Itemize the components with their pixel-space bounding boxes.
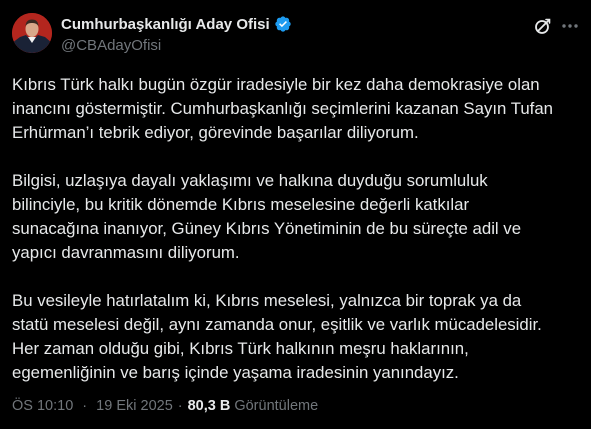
tweet-line: statü meselesi değil, aynı zamanda onur,… [12, 315, 542, 334]
tweet-line: Her zaman olduğu gibi, Kıbrıs Türk halkı… [12, 339, 469, 358]
views-count[interactable]: 80,3 B [188, 398, 231, 414]
tweet-line: Bu vesileyle hatırlatalım ki, Kıbrıs mes… [12, 291, 522, 310]
tweet-line: sunacağına inanıyor, Güney Kıbrıs Yöneti… [12, 219, 522, 238]
tweet-timestamp-link[interactable]: ÖS 10:10 · 19 Eki 2025 [12, 398, 173, 414]
tweet-paragraph: Kıbrıs Türk halkı bugün özgür iradesiyle… [12, 73, 579, 145]
tweet-paragraph: Bilgisi, uzlaşıya dayalı yaklaşımı ve ha… [12, 169, 579, 265]
tweet-line: Bilgisi, uzlaşıya dayalı yaklaşımı ve ha… [12, 171, 488, 190]
tweet-time: ÖS 10:10 [12, 398, 74, 414]
author-block: Cumhurbaşkanlığı Aday Ofisi @CBAdayOfisi [61, 14, 292, 54]
avatar-portrait-icon [12, 13, 52, 53]
meta-separator: · [177, 398, 183, 414]
tweet-line: bilinciyle, bu kritik dönemde Kıbrıs mes… [12, 195, 470, 214]
author-handle[interactable]: @CBAdayOfisi [61, 37, 292, 54]
tweet-meta: ÖS 10:10 · 19 Eki 2025 · 80,3 B Görüntül… [12, 398, 318, 414]
meta-separator: · [82, 398, 88, 414]
views-label: Görüntüleme [234, 398, 319, 414]
author-display-name[interactable]: Cumhurbaşkanlığı Aday Ofisi [61, 16, 270, 33]
tweet: Cumhurbaşkanlığı Aday Ofisi @CBAdayOfisi… [0, 0, 591, 429]
more-options-icon[interactable] [560, 16, 580, 36]
tweet-text: Kıbrıs Türk halkı bugün özgür iradesiyle… [12, 73, 579, 409]
verified-badge-icon [274, 15, 292, 33]
tweet-line: Kıbrıs Türk halkı bugün özgür iradesiyle… [12, 75, 540, 94]
tweet-line: egemenliğinin ve barış içinde yaşama ira… [12, 363, 459, 382]
grok-icon[interactable] [533, 16, 553, 36]
tweet-line: Erhürman’ı tebrik ediyor, görevinde başa… [12, 123, 419, 142]
tweet-paragraph: Bu vesileyle hatırlatalım ki, Kıbrıs mes… [12, 289, 579, 385]
tweet-date: 19 Eki 2025 [96, 398, 173, 414]
tweet-line: yapıcı davranmasını diliyorum. [12, 243, 240, 262]
avatar[interactable] [12, 13, 52, 53]
tweet-line: inancını göstermiştir. Cumhurbaşkanlığı … [12, 99, 553, 118]
